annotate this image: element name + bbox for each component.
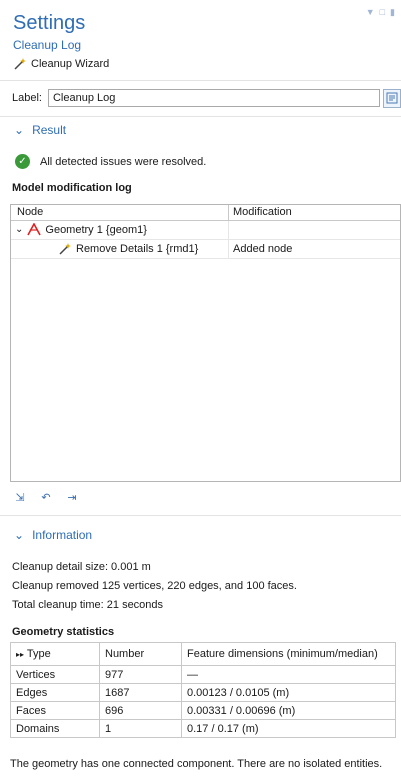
divider	[0, 116, 401, 117]
table-cell: 1	[99, 719, 182, 738]
page-title: Settings	[13, 12, 86, 34]
geometry-stats-table: ▸▸ Type Number Feature dimensions (minim…	[10, 642, 396, 738]
stats-title: Geometry statistics	[12, 626, 115, 638]
table-cell: Vertices	[10, 665, 100, 684]
chevron-down-icon[interactable]: ▼	[366, 7, 375, 18]
check-icon: ✓	[15, 154, 30, 169]
table-header: ▸▸ Type Number Feature dimensions (minim…	[10, 642, 396, 666]
chevron-down-icon[interactable]: ⌄	[15, 224, 23, 235]
cleanup-wizard-label: Cleanup Wizard	[31, 58, 110, 70]
table-cell: Faces	[10, 701, 100, 720]
table-cell: 696	[99, 701, 182, 720]
table-row: Vertices 977 —	[10, 665, 396, 684]
pin-icon[interactable]: ▮	[390, 7, 395, 18]
column-header-number[interactable]: Number	[99, 642, 182, 666]
chevron-down-icon: ⌄	[14, 528, 25, 542]
modification-log-table[interactable]: Node Modification ⌄ Geometry 1 {geom1} R…	[10, 204, 401, 482]
label-edit-button[interactable]	[383, 89, 401, 108]
column-header-modification[interactable]: Modification	[233, 206, 292, 218]
edit-label-icon	[386, 92, 398, 104]
info-line: Total cleanup time: 21 seconds	[12, 599, 164, 611]
modification-cell: Added node	[233, 243, 293, 255]
table-cell: 0.00123 / 0.0105 (m)	[181, 683, 396, 702]
column-divider	[228, 221, 229, 239]
table-cell: Edges	[10, 683, 100, 702]
info-line: Cleanup detail size: 0.001 m	[12, 561, 151, 573]
export-icon[interactable]: ⇥	[64, 491, 80, 505]
column-divider	[228, 240, 229, 258]
column-header-node[interactable]: Node	[17, 206, 43, 218]
info-line: Cleanup removed 125 vertices, 220 edges,…	[12, 580, 297, 592]
maximize-icon[interactable]: □	[380, 7, 385, 18]
label-row: Label:	[12, 89, 380, 107]
table-cell: —	[181, 665, 396, 684]
node-label: Remove Details 1 {rmd1}	[76, 243, 199, 255]
divider	[0, 80, 401, 81]
table-cell: 0.00331 / 0.00696 (m)	[181, 701, 396, 720]
table-cell: 1687	[99, 683, 182, 702]
log-toolbar: ⇲ ↶ ⇥	[12, 491, 80, 505]
wand-icon	[59, 243, 71, 255]
table-row: Edges 1687 0.00123 / 0.0105 (m)	[10, 683, 396, 702]
column-header-dimensions[interactable]: Feature dimensions (minimum/median)	[181, 642, 396, 666]
window-controls: ▼ □ ▮	[366, 7, 395, 18]
table-row-remove-details[interactable]: Remove Details 1 {rmd1} Added node	[11, 240, 400, 259]
status-text: All detected issues were resolved.	[40, 155, 207, 168]
table-header: Node Modification	[11, 205, 400, 221]
column-header-type[interactable]: ▸▸ Type	[10, 642, 100, 666]
node-label: Geometry 1 {geom1}	[45, 223, 147, 236]
cleanup-wizard-button[interactable]: Cleanup Wizard	[13, 57, 109, 71]
column-header-label: Type	[26, 648, 51, 660]
label-caption: Label:	[12, 92, 42, 104]
table-cell: 0.17 / 0.17 (m)	[181, 719, 396, 738]
table-row: Domains 1 0.17 / 0.17 (m)	[10, 719, 396, 738]
node-subtitle: Cleanup Log	[13, 38, 82, 52]
footer-note: The geometry has one connected component…	[10, 758, 383, 770]
status-message: ✓ All detected issues were resolved.	[15, 154, 206, 169]
column-divider	[228, 205, 229, 220]
result-section-title: Result	[32, 123, 67, 137]
sort-icon: ▸▸	[16, 650, 25, 659]
table-row: Faces 696 0.00331 / 0.00696 (m)	[10, 701, 396, 720]
go-to-node-icon[interactable]: ⇲	[12, 491, 28, 505]
table-cell: 977	[99, 665, 182, 684]
geometry-icon	[27, 223, 42, 236]
chevron-down-icon: ⌄	[14, 123, 25, 137]
log-title: Model modification log	[12, 182, 132, 194]
result-section-header[interactable]: ⌄ Result	[14, 123, 66, 137]
table-row-geometry[interactable]: ⌄ Geometry 1 {geom1}	[11, 221, 400, 240]
divider	[0, 515, 401, 516]
information-section-title: Information	[32, 528, 93, 542]
table-cell: Domains	[10, 719, 100, 738]
wand-icon	[14, 58, 26, 70]
undo-icon[interactable]: ↶	[38, 491, 54, 505]
label-input[interactable]	[47, 89, 380, 107]
information-section-header[interactable]: ⌄ Information	[14, 528, 92, 542]
